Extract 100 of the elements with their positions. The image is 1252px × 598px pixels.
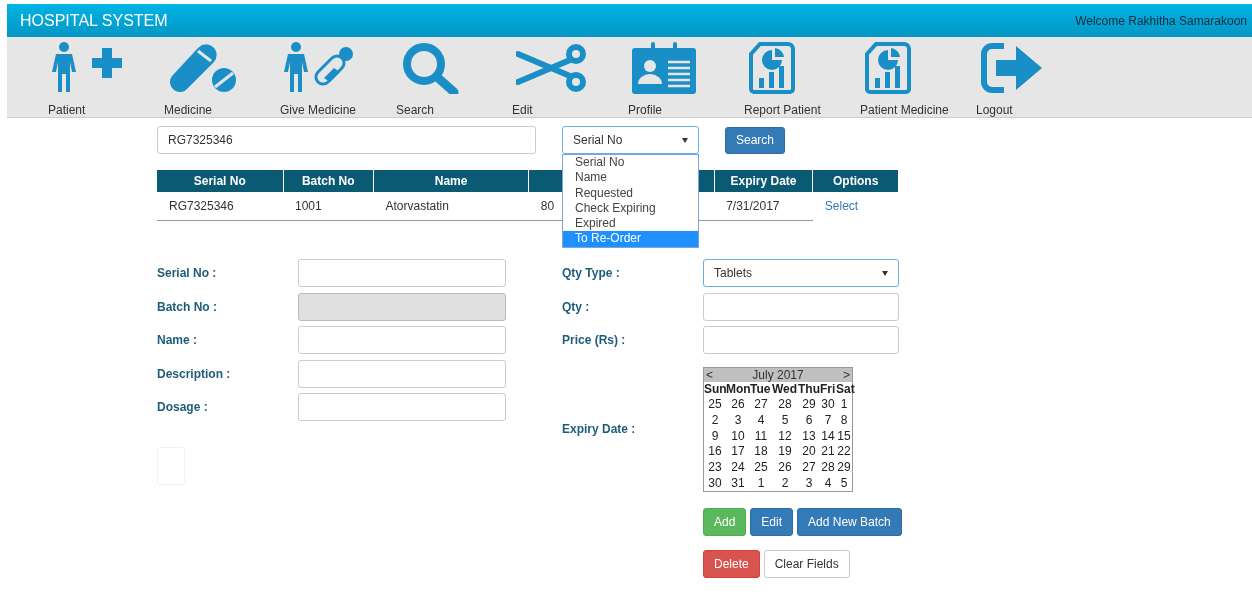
filter-select[interactable]: Serial No [562,126,699,154]
table-cell: 7/31/2017 [726,199,780,213]
calendar-day[interactable]: 4 [750,412,772,429]
calendar-day[interactable]: 9 [704,428,726,445]
toolbar-label[interactable]: Search [396,103,435,117]
calendar-day[interactable]: 27 [798,460,820,476]
calendar-day[interactable]: 29 [798,397,820,413]
weekday-label: Thu [798,381,820,398]
calendar-day[interactable]: 23 [704,460,726,476]
calendar-day[interactable]: 4 [820,475,836,492]
calendar-day[interactable]: 13 [798,428,820,445]
scissors-icon[interactable] [516,42,588,94]
field-label: Expiry Date : [562,422,637,437]
calendar-day[interactable]: 5 [772,412,798,429]
calendar-day[interactable]: 3 [726,412,750,429]
dropdown-option[interactable]: Serial No [563,155,698,171]
calendar-day[interactable]: 5 [836,475,852,492]
calendar-day[interactable]: 15 [836,428,852,445]
action-button[interactable]: Add New Batch [797,508,902,537]
calendar-day[interactable]: 3 [798,475,820,492]
id-card-icon[interactable] [632,42,696,94]
dropdown-option[interactable]: Name [563,170,698,186]
toolbar-label[interactable]: Give Medicine [280,103,357,117]
input-field[interactable] [298,259,506,287]
calendar-day[interactable]: 2 [704,412,726,429]
input-field[interactable] [703,292,899,321]
pills-icon[interactable] [168,42,238,94]
caret-icon [882,270,888,276]
toolbar-label[interactable]: Logout [976,103,1013,117]
calendar-day[interactable]: 25 [750,460,772,476]
logout-icon[interactable] [980,42,1044,94]
month-title: July 2017 [752,367,804,382]
calendar-day[interactable]: 30 [820,397,836,413]
calendar-day[interactable]: 8 [836,412,852,429]
toolbar-label[interactable]: Medicine [164,103,213,117]
table-cell: RG7325346 [169,199,234,213]
dropdown-option[interactable]: Requested [563,185,698,201]
report-chart-icon[interactable] [864,42,912,94]
calendar-day[interactable]: 16 [704,444,726,460]
toolbar-label[interactable]: Report Patient [744,103,821,117]
calendar-day[interactable]: 18 [750,444,772,460]
calendar-day[interactable]: 2 [772,475,798,492]
action-button[interactable]: Delete [703,550,760,579]
column-header: Batch No [283,170,374,192]
toolbar-label[interactable]: Edit [512,103,533,117]
calendar-day[interactable]: 22 [836,444,852,460]
field-label: Batch No : [157,299,218,314]
calendar-day[interactable]: 26 [726,397,750,413]
table-cell: 1001 [295,199,322,213]
column-header: Expiry Date [714,170,813,192]
calendar-day[interactable]: 7 [820,412,836,429]
search-field[interactable]: RG7325346 [157,126,536,154]
dropdown-option[interactable]: Expired [563,216,698,232]
calendar-day[interactable]: 28 [772,397,798,413]
field-label: Serial No : [157,266,218,280]
dropdown-option[interactable]: Check Expiring [563,200,698,217]
previous-month-link[interactable]: < [706,367,713,382]
calendar-day[interactable]: 25 [704,397,726,413]
select-link[interactable]: Select [824,199,859,214]
calendar-day[interactable]: 27 [750,397,772,413]
person-pills-icon[interactable] [284,42,356,94]
table-cell: Atorvastatin [385,199,449,213]
calendar-day[interactable]: 10 [726,428,750,445]
field-label: Name : [157,333,198,347]
weekday-label: Tue [750,381,771,398]
toolbar-label[interactable]: Patient [48,103,86,117]
calendar-day[interactable]: 1 [750,475,772,492]
field-label: Dosage : [157,400,209,414]
report-chart-icon[interactable] [748,42,796,94]
column-header: Options [812,170,899,192]
calendar-day[interactable]: 20 [798,444,820,460]
input-field[interactable] [298,359,506,388]
welcome-text: Welcome Rakhitha Samarakoon [1075,13,1247,28]
input-field[interactable] [298,393,506,421]
calendar-day[interactable]: 30 [704,475,726,492]
column-header: Serial No [157,170,283,192]
search-button[interactable]: Search [725,126,786,154]
calendar-day[interactable]: 14 [820,428,836,445]
action-button[interactable]: Edit [750,508,794,537]
calendar-day[interactable]: 1 [836,397,852,413]
calendar-day[interactable]: 12 [772,428,798,445]
action-button[interactable]: Clear Fields [763,550,850,579]
calendar-day[interactable]: 29 [836,460,852,476]
input-field[interactable] [298,326,506,354]
input-field[interactable] [703,326,899,354]
calendar-day[interactable]: 17 [726,444,750,460]
calendar-day[interactable]: 19 [772,444,798,460]
toolbar-label[interactable]: Profile [628,103,662,117]
calendar-day[interactable]: 6 [798,412,820,429]
person-plus-icon[interactable] [52,42,124,94]
calendar-day[interactable]: 11 [750,428,772,445]
calendar-day[interactable]: 31 [726,475,750,492]
calendar-day[interactable]: 26 [772,460,798,476]
next-month-link[interactable]: > [843,367,850,382]
toolbar-label[interactable]: Patient Medicine [860,103,949,117]
calendar-day[interactable]: 24 [726,460,750,476]
qty-type-select[interactable]: Tablets [703,259,899,287]
calendar-day[interactable]: 21 [820,444,836,460]
weekday-label: Mon [726,381,750,398]
calendar-day[interactable]: 28 [820,460,836,476]
